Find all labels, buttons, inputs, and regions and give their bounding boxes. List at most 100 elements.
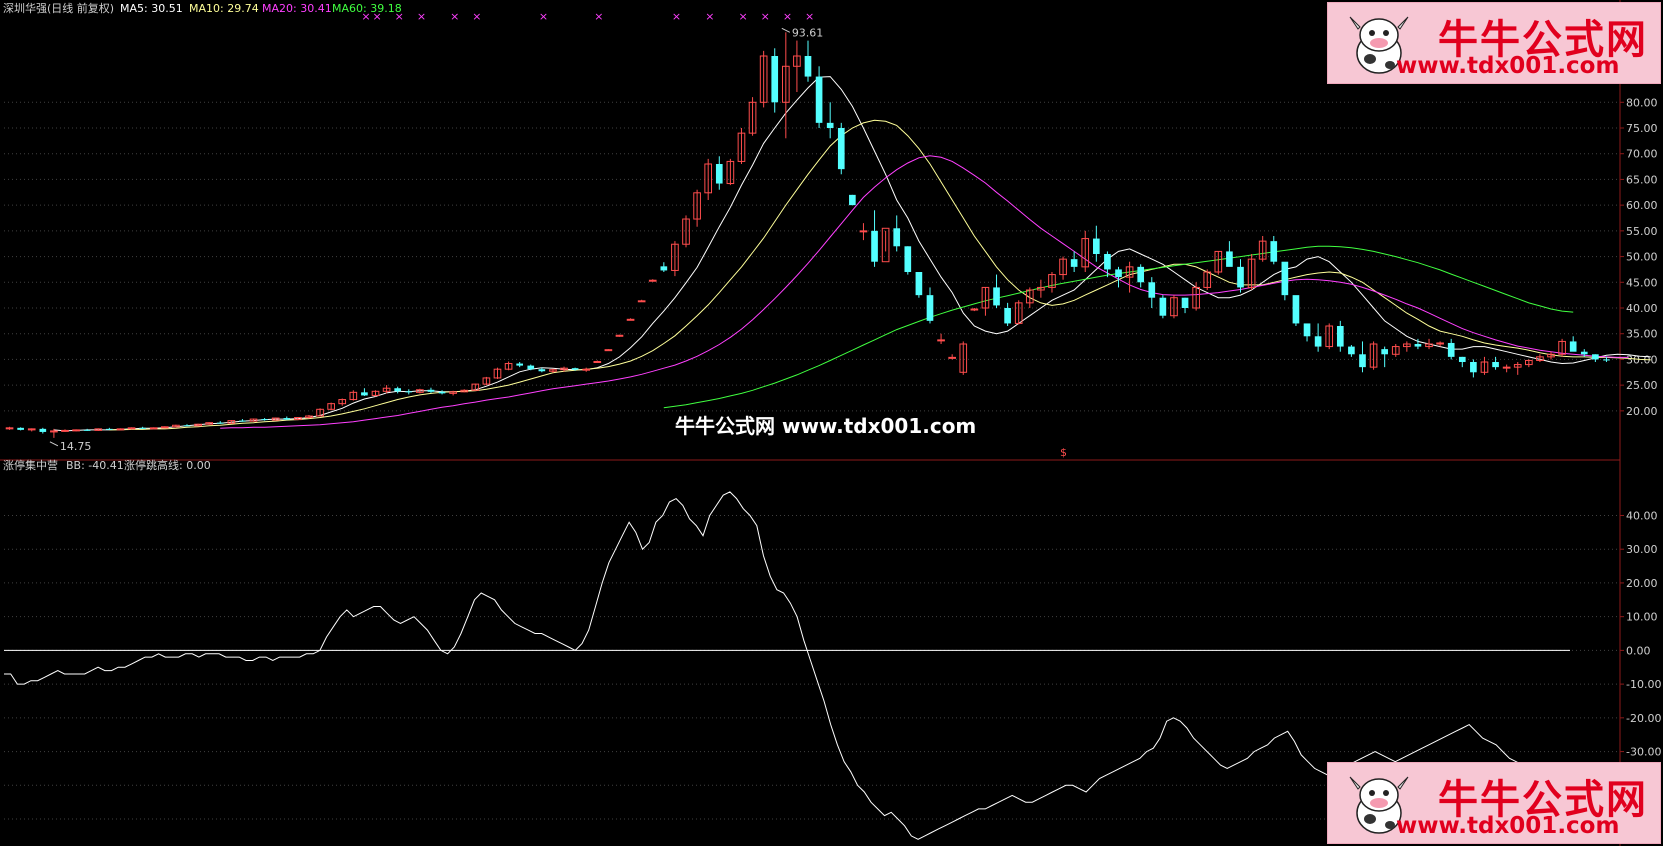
indicator-tick-label: 40.00 bbox=[1626, 509, 1658, 522]
candle bbox=[893, 215, 901, 252]
candle-body bbox=[516, 363, 523, 366]
price-tick-label: 20.00 bbox=[1626, 405, 1658, 418]
candle-body bbox=[815, 76, 823, 123]
bottom-logo[interactable]: 牛牛公式网 www.tdx001.com bbox=[1327, 762, 1661, 844]
candle bbox=[737, 128, 746, 164]
candle bbox=[504, 361, 513, 371]
candle bbox=[693, 189, 701, 227]
candle bbox=[648, 279, 657, 282]
candle bbox=[1458, 356, 1466, 368]
candle bbox=[1513, 362, 1522, 375]
signal-dollar-marker: $ bbox=[1060, 446, 1067, 459]
candlesticks[interactable] bbox=[5, 32, 1610, 438]
candle bbox=[1303, 323, 1311, 342]
candle-body bbox=[1181, 297, 1189, 308]
candle bbox=[582, 367, 591, 372]
candle bbox=[116, 428, 125, 431]
logo-url: www.tdx001.com bbox=[1396, 813, 1620, 839]
ma-line-ma20 bbox=[220, 155, 1629, 429]
candle bbox=[427, 387, 435, 393]
candle-body bbox=[626, 318, 635, 321]
signal-marker: × bbox=[594, 10, 603, 23]
indicator-tick-label: -20.00 bbox=[1626, 712, 1661, 725]
candle-body bbox=[17, 427, 24, 430]
signal-marker: × bbox=[450, 10, 459, 23]
candle-body bbox=[1314, 336, 1322, 347]
candle-body bbox=[715, 164, 723, 184]
candle bbox=[482, 376, 491, 386]
signal-markers: × × × × × × × × × × × × × × bbox=[49, 10, 814, 447]
indicator-title: 涨停集中营 bbox=[3, 458, 58, 472]
price-tick-label: 65.00 bbox=[1626, 173, 1658, 186]
candle-body bbox=[1569, 341, 1577, 352]
candle-body bbox=[1093, 238, 1100, 254]
ma60-legend: MA60: 39.18 bbox=[332, 2, 402, 15]
candle-body bbox=[593, 360, 602, 363]
candle bbox=[1081, 230, 1090, 272]
candle bbox=[604, 349, 613, 352]
candle bbox=[1014, 300, 1023, 325]
candle-body bbox=[604, 349, 613, 352]
candle bbox=[1258, 236, 1267, 262]
candle bbox=[1292, 295, 1300, 326]
candle bbox=[1348, 345, 1355, 357]
candle-body bbox=[1292, 295, 1300, 324]
candle bbox=[1336, 320, 1344, 352]
top-logo[interactable]: 牛牛公式网 www.tdx001.com bbox=[1327, 2, 1661, 84]
candle-body bbox=[216, 422, 224, 424]
candle-body bbox=[1270, 241, 1278, 262]
candle-body bbox=[1281, 261, 1289, 296]
ma5-legend: MA5: 30.51 bbox=[120, 2, 183, 15]
candle bbox=[815, 66, 823, 128]
signal-marker: × bbox=[472, 10, 481, 23]
candle-body bbox=[1470, 362, 1477, 373]
candle bbox=[327, 402, 335, 411]
candle bbox=[106, 427, 113, 430]
candle-body bbox=[427, 389, 435, 392]
candle bbox=[1192, 282, 1200, 311]
moving-average-lines bbox=[53, 76, 1651, 432]
candle-body bbox=[1359, 354, 1366, 368]
candle bbox=[72, 429, 80, 432]
candle bbox=[405, 389, 413, 395]
candle bbox=[39, 427, 47, 434]
price-tick-label: 40.00 bbox=[1626, 302, 1658, 315]
candle-body bbox=[1502, 366, 1511, 369]
candle-body bbox=[1004, 308, 1011, 324]
candle-body bbox=[183, 425, 191, 427]
indicator-tick-label: 0.00 bbox=[1626, 644, 1651, 657]
candle-body bbox=[1148, 282, 1156, 298]
chart-title: 深圳华强(日线 前复权) bbox=[3, 1, 114, 15]
candle bbox=[715, 156, 723, 190]
candle bbox=[1558, 338, 1566, 357]
candle bbox=[1470, 359, 1477, 378]
candle-body bbox=[970, 308, 979, 311]
candle-body bbox=[1159, 297, 1167, 316]
candle-body bbox=[804, 56, 812, 77]
candle-body bbox=[1137, 266, 1145, 283]
candle bbox=[394, 386, 402, 394]
candle-body bbox=[83, 429, 91, 431]
candle bbox=[1381, 346, 1388, 368]
candle bbox=[316, 408, 324, 417]
price-tick-label: 35.00 bbox=[1626, 328, 1658, 341]
indicator-tick-label: 30.00 bbox=[1626, 543, 1658, 556]
logo-url: www.tdx001.com bbox=[1396, 53, 1620, 79]
candle bbox=[959, 341, 968, 375]
candle bbox=[1480, 356, 1489, 375]
candle bbox=[283, 416, 291, 421]
candle bbox=[361, 388, 368, 396]
price-tick-label: 60.00 bbox=[1626, 199, 1658, 212]
candle bbox=[1181, 297, 1189, 314]
candle bbox=[915, 272, 923, 298]
candle-body bbox=[926, 295, 934, 321]
candle bbox=[1492, 356, 1499, 370]
candle bbox=[1592, 354, 1599, 362]
candle bbox=[1536, 354, 1544, 362]
candle bbox=[1148, 277, 1156, 308]
candle-body bbox=[283, 418, 291, 420]
candle bbox=[1137, 264, 1145, 288]
candle bbox=[726, 158, 735, 186]
candle bbox=[1270, 236, 1278, 265]
candle bbox=[804, 40, 812, 82]
